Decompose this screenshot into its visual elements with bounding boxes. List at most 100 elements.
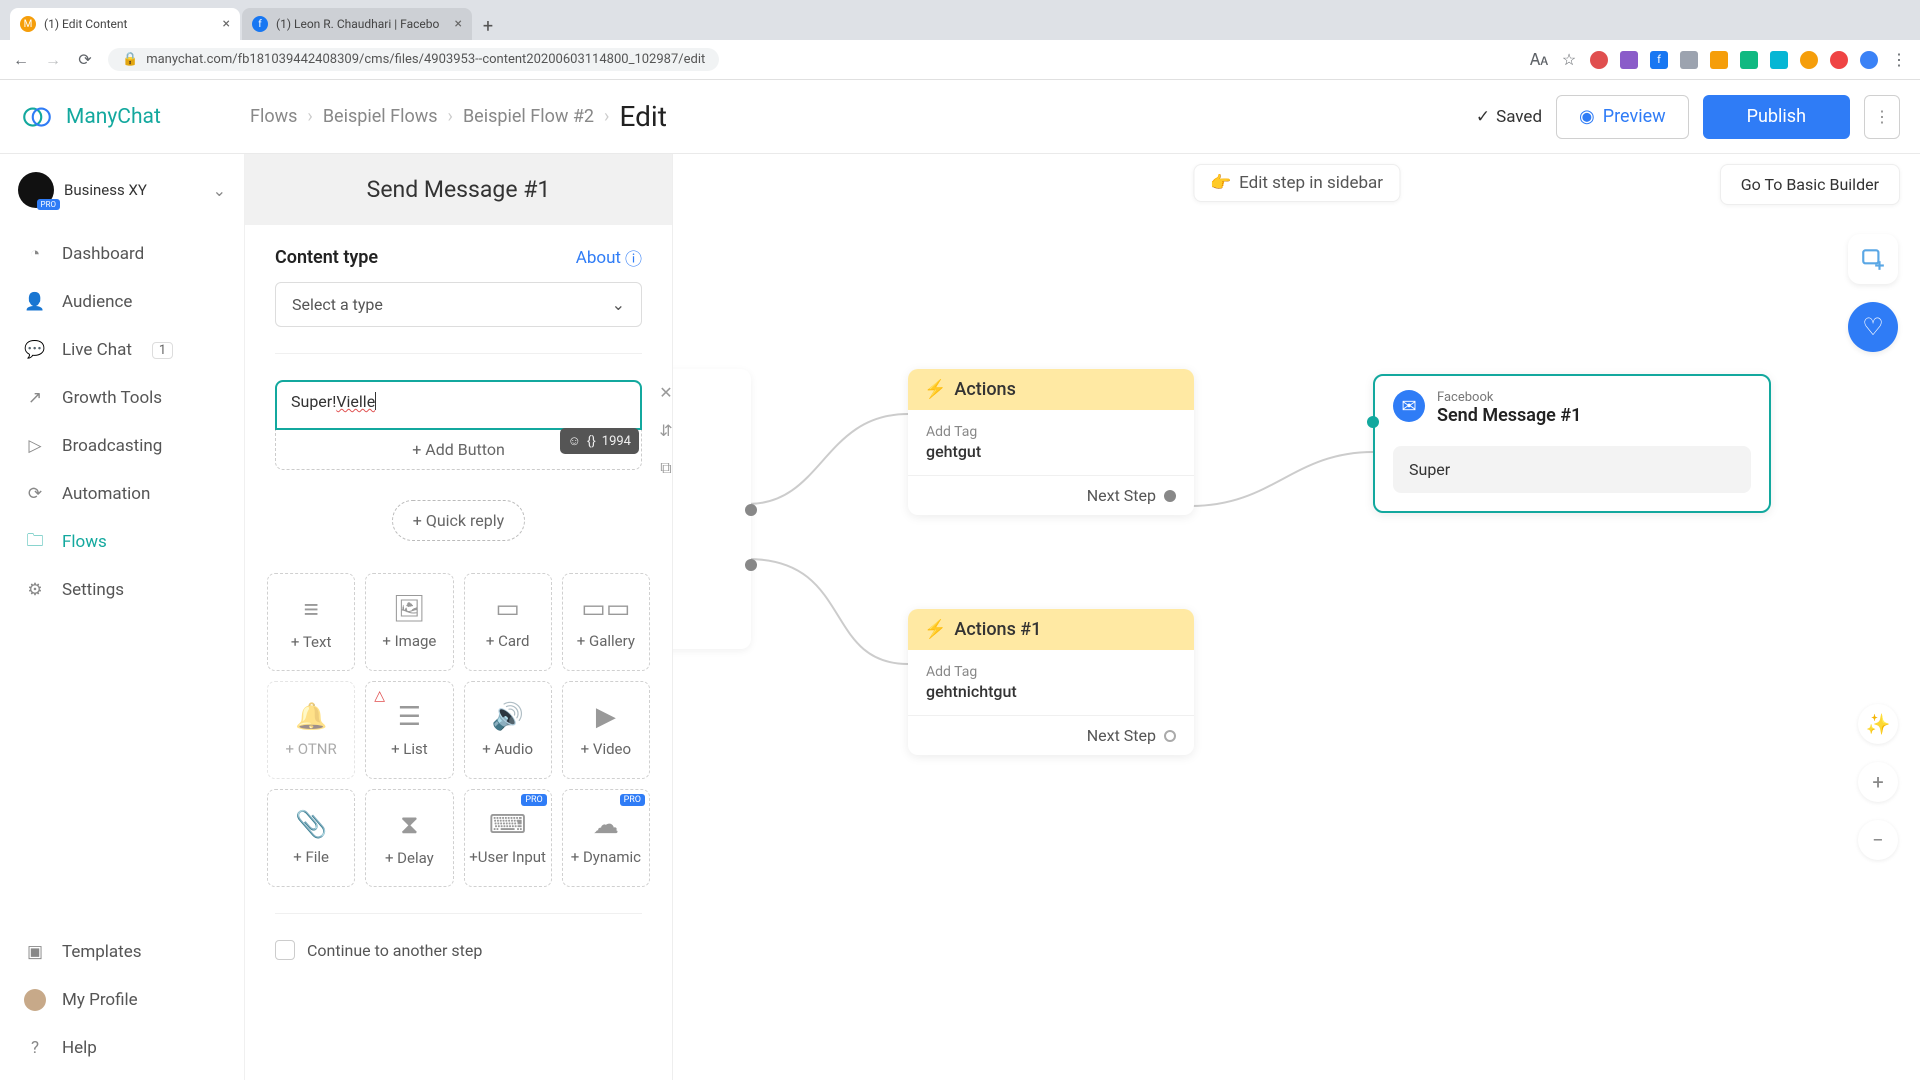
nav-label: Flows — [62, 532, 107, 552]
block-text[interactable]: ≡+ Text — [267, 573, 355, 671]
goto-basic-builder-button[interactable]: Go To Basic Builder — [1720, 164, 1900, 205]
flow-canvas[interactable]: 👉 Edit step in sidebar Go To Basic Build… — [673, 154, 1920, 1080]
extension-icon[interactable] — [1770, 51, 1788, 69]
delete-icon[interactable]: ✕ — [654, 380, 678, 404]
block-image[interactable]: 🖼+ Image — [365, 573, 453, 671]
block-label: + File — [293, 848, 329, 866]
block-audio[interactable]: 🔊+ Audio — [464, 681, 552, 779]
nav-icon: ⚙ — [24, 579, 46, 601]
message-input[interactable]: Super! Vielle — [275, 380, 642, 430]
translate-icon[interactable]: 🗛 — [1530, 51, 1548, 69]
block-video[interactable]: ▶+ Video — [562, 681, 650, 779]
edit-in-sidebar-button[interactable]: 👉 Edit step in sidebar — [1193, 164, 1400, 202]
forward-icon[interactable]: → — [44, 51, 62, 69]
sidebar-item-templates[interactable]: ▣Templates — [0, 928, 244, 976]
back-icon[interactable]: ← — [12, 51, 30, 69]
help-fab[interactable]: ♡ — [1848, 302, 1898, 352]
output-port[interactable] — [745, 559, 757, 571]
nav-icon: ⟳ — [24, 483, 46, 505]
extension-icon[interactable] — [1830, 51, 1848, 69]
content-type-select[interactable]: Select a type ⌄ — [275, 282, 642, 327]
block-delay[interactable]: ⧗+ Delay — [365, 789, 453, 887]
divider — [275, 353, 642, 354]
output-port[interactable] — [745, 504, 757, 516]
logo-icon — [20, 100, 54, 134]
duplicate-icon[interactable]: ⧉ — [654, 456, 678, 480]
zoom-out-button[interactable]: − — [1858, 820, 1898, 860]
sidebar-item-flows[interactable]: 🗀Flows — [0, 518, 244, 566]
block-card[interactable]: ▭+ Card — [464, 573, 552, 671]
variable-icon[interactable]: {} — [587, 434, 596, 449]
sidebar-item-settings[interactable]: ⚙Settings — [0, 566, 244, 614]
nav-icon: 💬 — [24, 339, 46, 361]
chevron-right-icon: › — [448, 106, 453, 127]
select-placeholder: Select a type — [292, 295, 383, 314]
sidebar-item-live-chat[interactable]: 💬Live Chat1 — [0, 326, 244, 374]
add-step-button[interactable] — [1848, 234, 1898, 284]
actions-1-node[interactable]: ⚡Actions #1 Add Tag gehtnichtgut Next St… — [908, 609, 1194, 755]
browser-tab-active[interactable]: M (1) Edit Content × — [10, 8, 240, 40]
move-icon[interactable]: ⇵ — [654, 418, 678, 442]
extension-icon[interactable]: f — [1650, 51, 1668, 69]
auto-layout-button[interactable]: ✨ — [1858, 704, 1898, 744]
emoji-icon[interactable]: ☺ — [568, 433, 581, 449]
favicon-icon: M — [20, 16, 36, 32]
sidebar-item-my-profile[interactable]: My Profile — [0, 976, 244, 1024]
avatar-icon[interactable] — [1860, 51, 1878, 69]
block-label: + Dynamic — [571, 848, 641, 866]
preview-button[interactable]: ◉ Preview — [1556, 95, 1689, 139]
send-message-node[interactable]: ✉ Facebook Send Message #1 Super — [1373, 374, 1771, 513]
menu-icon[interactable]: ⋮ — [1890, 51, 1908, 69]
checkbox[interactable] — [275, 940, 295, 960]
quick-reply-button[interactable]: + Quick reply — [392, 500, 525, 541]
sidebar-item-help[interactable]: ?Help — [0, 1024, 244, 1072]
block-otnr: 🔔+ OTNR — [267, 681, 355, 779]
extension-icon[interactable] — [1590, 51, 1608, 69]
extension-icon[interactable] — [1800, 51, 1818, 69]
block-userinput[interactable]: PRO⌨+User Input — [464, 789, 552, 887]
sidebar-item-dashboard[interactable]: ◔Dashboard — [0, 230, 244, 278]
extension-icon[interactable] — [1710, 51, 1728, 69]
nav-icon: ◔ — [24, 243, 46, 265]
block-tools: ✕ ⇵ ⧉ — [654, 380, 678, 480]
sidebar-item-growth-tools[interactable]: ↗Growth Tools — [0, 374, 244, 422]
sidebar-item-automation[interactable]: ⟳Automation — [0, 470, 244, 518]
star-icon[interactable]: ☆ — [1560, 51, 1578, 69]
input-port[interactable] — [1367, 416, 1379, 428]
block-list[interactable]: △☰+ List — [365, 681, 453, 779]
continue-row[interactable]: Continue to another step — [275, 940, 642, 960]
output-port[interactable] — [1164, 730, 1176, 742]
close-icon[interactable]: × — [223, 16, 230, 32]
crumb[interactable]: Flows — [250, 106, 297, 127]
crumb[interactable]: Beispiel Flows — [323, 106, 438, 127]
workspace-switcher[interactable]: PRO Business XY ⌄ — [0, 162, 244, 218]
app-header: ManyChat Flows› Beispiel Flows› Beispiel… — [0, 80, 1920, 154]
add-button-button[interactable]: ☺ {} 1994 + Add Button — [275, 430, 642, 470]
sidebar-item-audience[interactable]: 👤Audience — [0, 278, 244, 326]
sidebar-item-broadcasting[interactable]: ▷Broadcasting — [0, 422, 244, 470]
about-link[interactable]: About ⓘ — [576, 245, 642, 270]
block-gallery[interactable]: ▭▭+ Gallery — [562, 573, 650, 671]
block-dynamic[interactable]: PRO☁+ Dynamic — [562, 789, 650, 887]
more-button[interactable]: ⋮ — [1864, 95, 1900, 139]
zoom-in-button[interactable]: + — [1858, 762, 1898, 802]
message-block: Super! Vielle ☺ {} 1994 + Add Button ✕ ⇵… — [275, 380, 642, 470]
output-port[interactable] — [1164, 490, 1176, 502]
next-step-label[interactable]: Next Step — [1087, 726, 1156, 745]
crumb[interactable]: Beispiel Flow #2 — [463, 106, 594, 127]
new-tab-button[interactable]: + — [474, 12, 502, 40]
extension-icon[interactable] — [1680, 51, 1698, 69]
actions-node[interactable]: ⚡Actions Add Tag gehtgut Next Step — [908, 369, 1194, 515]
block-label: + List — [391, 740, 428, 758]
logo[interactable]: ManyChat — [20, 100, 250, 134]
extension-icon[interactable] — [1740, 51, 1758, 69]
next-step-label[interactable]: Next Step — [1087, 486, 1156, 505]
address-bar[interactable]: 🔒 manychat.com/fb181039442408309/cms/fil… — [108, 48, 719, 71]
reload-icon[interactable]: ⟳ — [76, 51, 94, 69]
extension-icon[interactable] — [1620, 51, 1638, 69]
publish-button[interactable]: Publish — [1703, 95, 1850, 139]
close-icon[interactable]: × — [455, 16, 462, 32]
browser-tab[interactable]: f (1) Leon R. Chaudhari | Facebo × — [242, 8, 472, 40]
block-file[interactable]: 📎+ File — [267, 789, 355, 887]
previous-step-node[interactable]: ‹ — [673, 369, 751, 649]
